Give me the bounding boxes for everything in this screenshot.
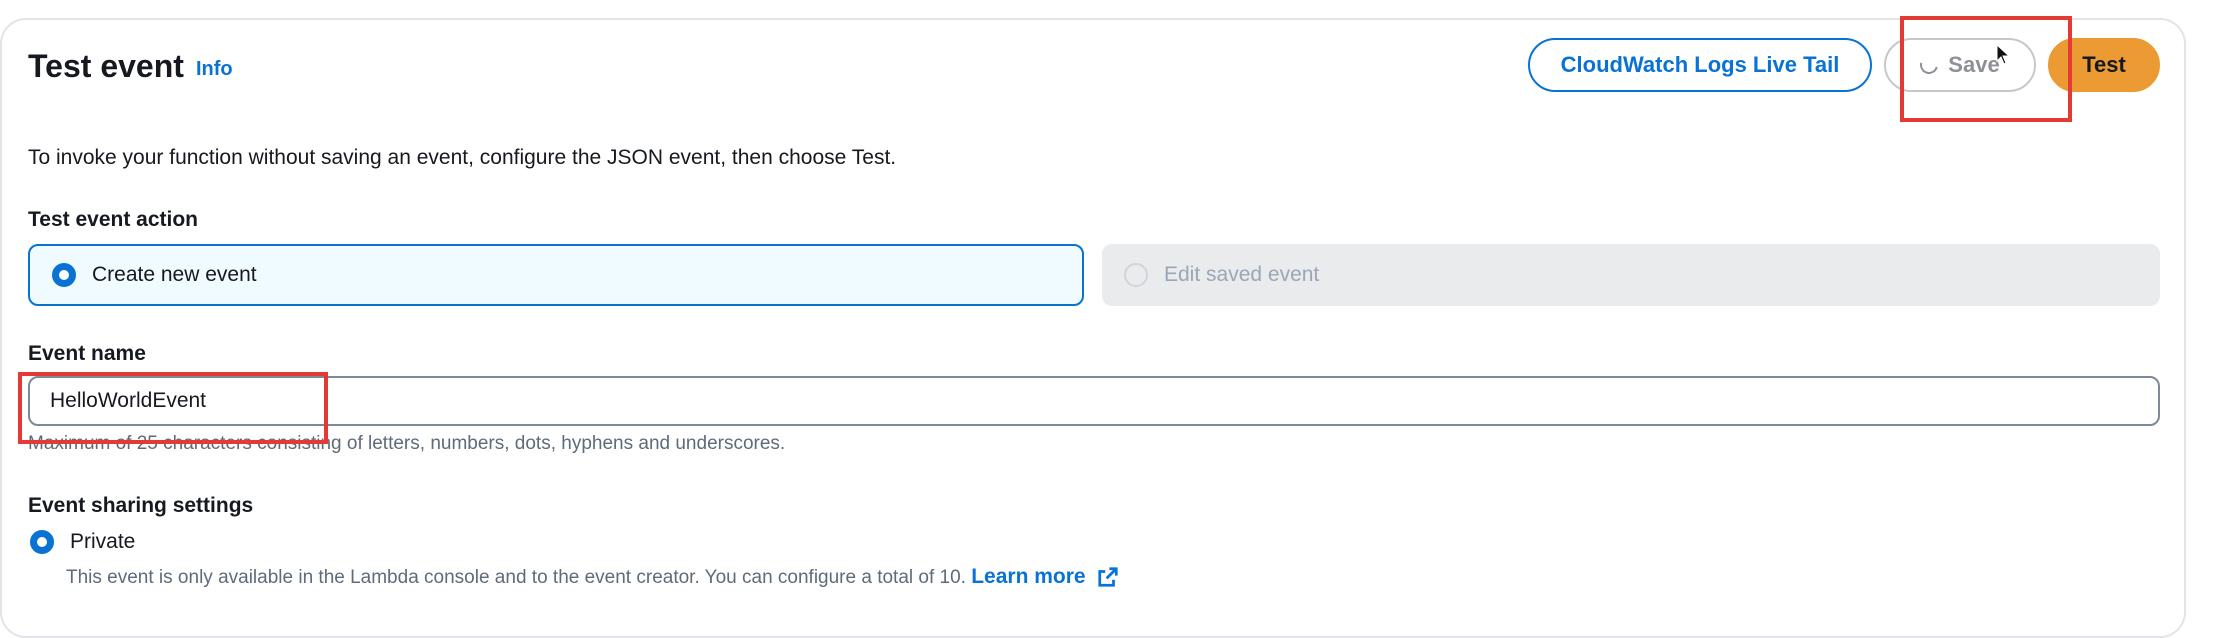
event-name-label: Event name [28, 342, 146, 365]
event-name-input[interactable] [28, 376, 2160, 426]
test-event-panel [0, 18, 2186, 638]
save-label: Save [1948, 52, 2000, 77]
create-new-event-label: Create new event [92, 263, 257, 286]
radio-selected-icon[interactable] [52, 263, 76, 287]
event-sharing-label: Event sharing settings [28, 494, 254, 517]
test-label: Test [2082, 52, 2126, 77]
private-description: This event is only available in the Lamb… [66, 564, 1119, 591]
radio-selected-icon[interactable] [30, 530, 54, 554]
panel-description: To invoke your function without saving a… [28, 146, 897, 169]
info-link[interactable]: Info [196, 56, 233, 82]
radio-disabled-icon [1124, 263, 1148, 287]
test-button[interactable]: Test [2048, 38, 2160, 92]
external-link-icon [1098, 567, 1119, 588]
mouse-pointer-icon [1996, 44, 2011, 65]
save-button[interactable]: Save [1884, 38, 2036, 92]
cloudwatch-live-tail-button[interactable]: CloudWatch Logs Live Tail [1528, 38, 1872, 92]
private-description-text: This event is only available in the Lamb… [66, 567, 966, 588]
create-new-event-tile[interactable]: Create new event [28, 244, 1084, 306]
learn-more-label: Learn more [971, 565, 1086, 588]
cloudwatch-live-tail-label: CloudWatch Logs Live Tail [1560, 52, 1840, 77]
edit-saved-event-tile: Edit saved event [1102, 244, 2160, 306]
private-radio-option[interactable]: Private [30, 530, 135, 554]
loading-spinner-icon [1917, 52, 1942, 78]
test-event-action-label: Test event action [28, 208, 198, 231]
learn-more-link[interactable]: Learn more [971, 565, 1119, 588]
panel-title: Test event [28, 48, 184, 84]
event-name-constraint: Maximum of 25 characters consisting of l… [28, 433, 786, 454]
private-label: Private [70, 530, 136, 553]
edit-saved-event-label: Edit saved event [1164, 263, 1320, 286]
